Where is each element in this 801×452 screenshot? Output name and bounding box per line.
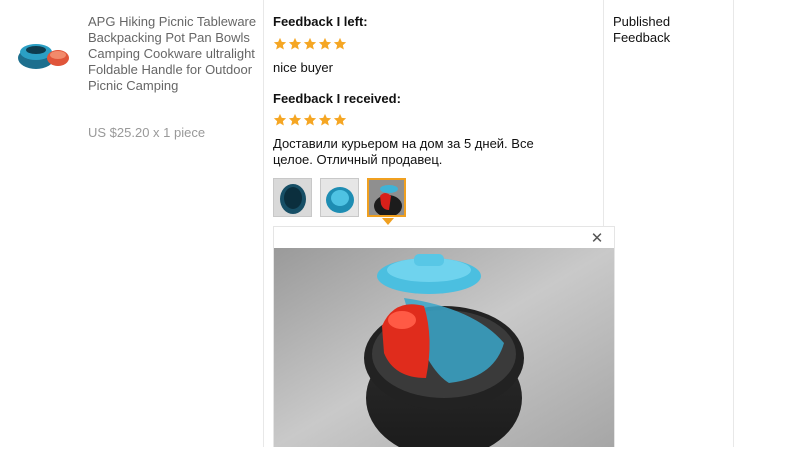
feedback-left-heading: Feedback I left: xyxy=(273,14,368,29)
column-divider xyxy=(263,0,264,447)
feedback-received-text-line: Доставили курьером на дом за 5 дней. Все xyxy=(273,136,534,151)
status-line: Feedback xyxy=(613,30,671,45)
star-icon xyxy=(303,113,317,126)
feedback-photo-large xyxy=(274,248,614,452)
feedback-status: Published Feedback xyxy=(613,14,670,46)
star-icon xyxy=(303,37,317,50)
star-icon xyxy=(318,37,332,50)
selected-thumb-indicator xyxy=(382,218,394,225)
feedback-photo-thumb-2[interactable] xyxy=(320,178,359,217)
feedback-photo-thumb-3[interactable] xyxy=(367,178,406,217)
feedback-received-rating xyxy=(273,113,347,127)
feedback-photo-thumb-1[interactable] xyxy=(273,178,312,217)
feedback-received-text-line: целое. Отличный продавец. xyxy=(273,152,443,167)
feedback-received-heading: Feedback I received: xyxy=(273,91,401,106)
product-price: US $25.20 x 1 piece xyxy=(88,125,206,140)
star-icon xyxy=(333,113,347,126)
close-icon[interactable]: ✕ xyxy=(590,231,604,246)
star-icon xyxy=(273,37,287,50)
star-icon xyxy=(288,113,302,126)
column-divider xyxy=(733,0,734,447)
feedback-left-text: nice buyer xyxy=(273,60,333,75)
star-icon xyxy=(288,37,302,50)
product-title[interactable]: APG Hiking Picnic Tableware Backpacking … xyxy=(88,14,260,94)
star-icon xyxy=(273,113,287,126)
product-thumbnail[interactable] xyxy=(16,34,72,72)
star-icon xyxy=(318,113,332,126)
feedback-left-rating xyxy=(273,37,347,51)
star-icon xyxy=(333,37,347,50)
feedback-received-text: Доставили курьером на дом за 5 дней. Все… xyxy=(273,136,534,168)
status-line: Published xyxy=(613,14,671,29)
